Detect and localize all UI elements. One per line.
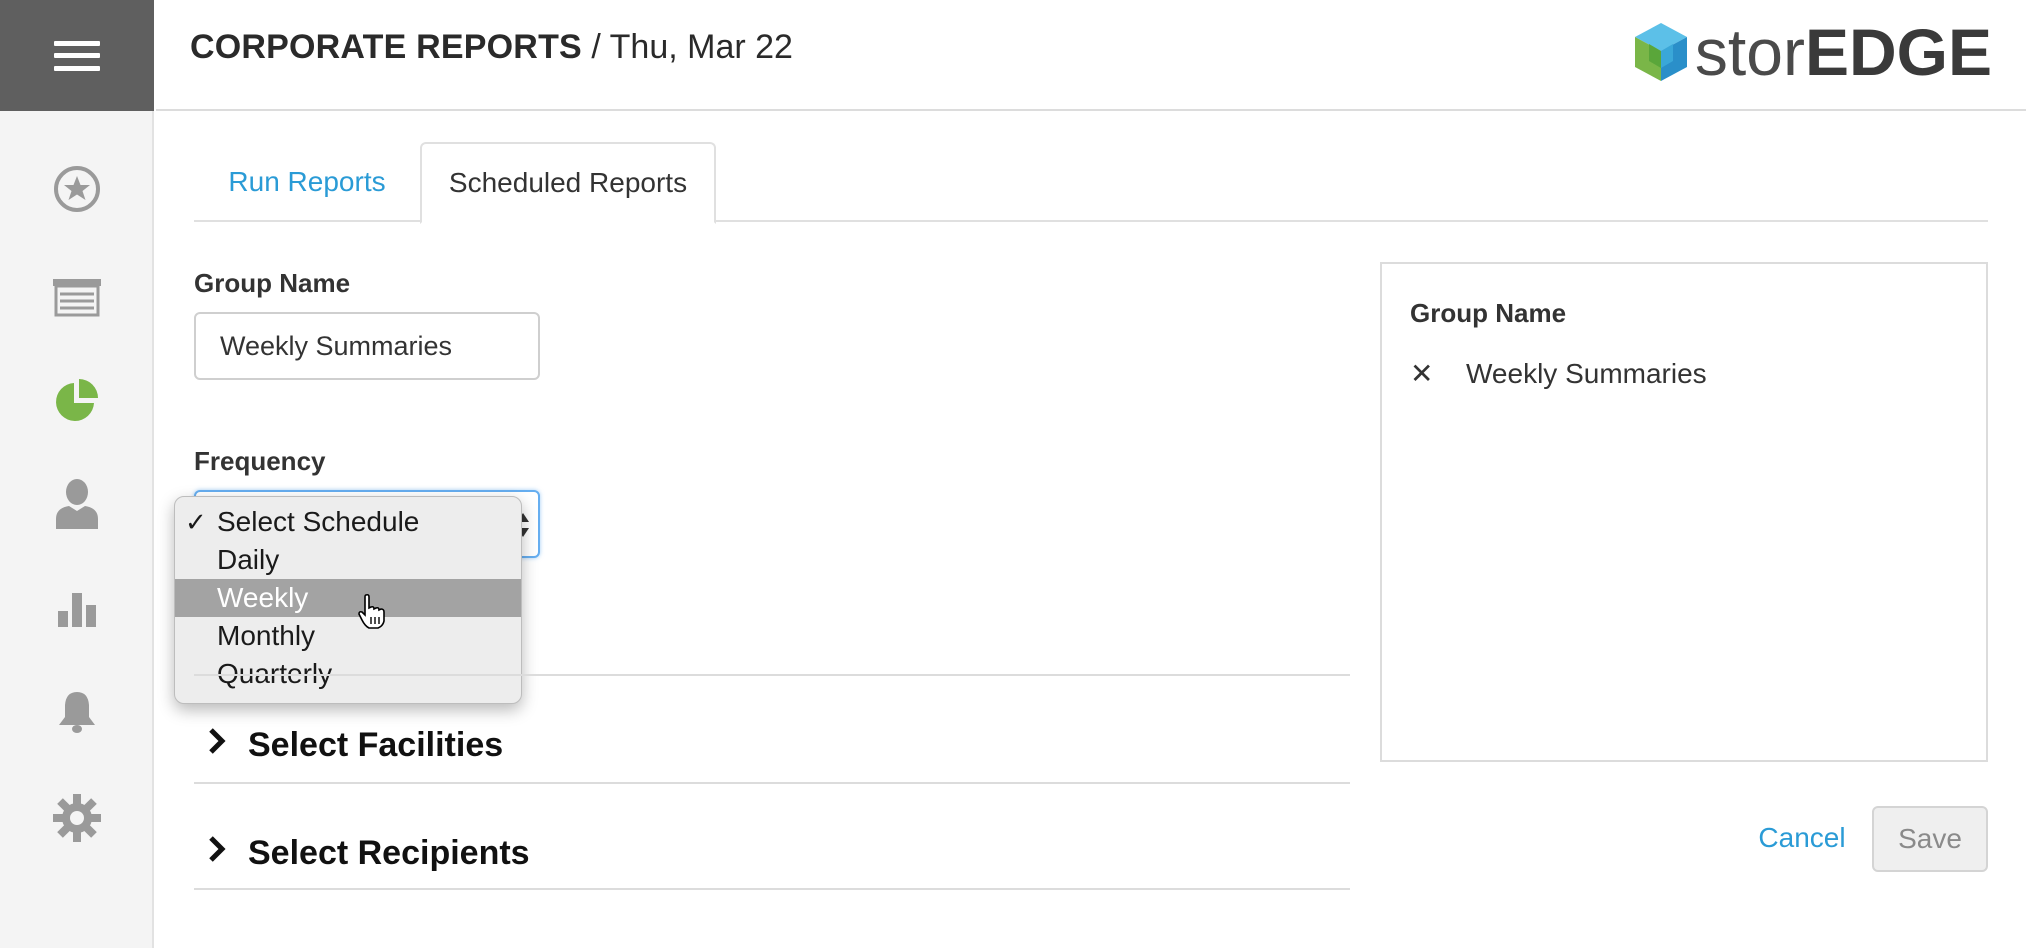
frequency-option-label: Select Schedule	[217, 506, 420, 537]
summary-group-row: ✕ Weekly Summaries	[1410, 354, 1707, 394]
frequency-option-label: Weekly	[217, 582, 309, 613]
nav-item-tenants[interactable]	[0, 451, 154, 555]
tab-run-reports[interactable]: Run Reports	[194, 142, 420, 222]
select-recipients-section[interactable]: Select Recipients	[206, 828, 530, 878]
section-divider	[194, 674, 1350, 676]
cube-logo-icon	[1634, 23, 1687, 81]
main-menu-button[interactable]	[0, 0, 154, 111]
select-facilities-section[interactable]: Select Facilities	[206, 720, 503, 770]
logo-wordmark-bold: EDGE	[1804, 15, 1992, 89]
nav-item-units[interactable]	[0, 245, 154, 349]
page-title: CORPORATE REPORTS / Thu, Mar 22	[190, 28, 793, 67]
tab-scheduled-reports[interactable]: Scheduled Reports	[420, 142, 716, 224]
save-button[interactable]: Save	[1872, 806, 1988, 872]
top-header: CORPORATE REPORTS / Thu, Mar 22 storEDGE	[156, 0, 2026, 111]
frequency-option-daily[interactable]: Daily	[175, 541, 521, 579]
hamburger-icon	[54, 40, 100, 71]
star-icon	[54, 166, 100, 212]
section-divider	[194, 782, 1350, 784]
frequency-option-label: Daily	[217, 544, 280, 575]
cancel-button[interactable]: Cancel	[1732, 806, 1872, 870]
page-title-date: / Thu, Mar 22	[591, 28, 793, 66]
select-facilities-label: Select Facilities	[248, 725, 504, 764]
nav-item-analytics[interactable]	[0, 557, 154, 661]
chevron-right-icon	[206, 834, 236, 872]
sidebar	[0, 0, 154, 948]
report-tabs: Run Reports Scheduled Reports	[194, 142, 1988, 224]
frequency-dropdown-menu: ✓ Select Schedule Daily Weekly Monthly Q…	[174, 496, 522, 704]
select-recipients-label: Select Recipients	[248, 833, 530, 872]
nav-item-settings[interactable]	[0, 766, 154, 870]
logo-wordmark-thin: stor	[1694, 15, 1805, 89]
nav-item-reports[interactable]	[0, 348, 154, 452]
frequency-label: Frequency	[194, 446, 326, 476]
storedge-logo: storEDGE	[1633, 16, 1992, 88]
pie-chart-icon	[56, 379, 98, 421]
frequency-option-select-schedule[interactable]: ✓ Select Schedule	[175, 503, 521, 541]
summary-group-value: Weekly Summaries	[1466, 358, 1707, 389]
bell-icon	[59, 692, 95, 733]
frequency-option-label: Monthly	[217, 620, 316, 651]
group-name-label: Group Name	[194, 268, 351, 298]
group-name-input[interactable]: Weekly Summaries	[194, 312, 540, 380]
remove-icon[interactable]: ✕	[1410, 360, 1440, 388]
page-title-main: CORPORATE REPORTS	[190, 28, 582, 66]
checkmark-icon: ✓	[185, 507, 207, 537]
frequency-option-monthly[interactable]: Monthly	[175, 617, 521, 655]
frequency-option-weekly[interactable]: Weekly	[175, 579, 521, 629]
summary-panel-title: Group Name	[1410, 298, 1567, 328]
group-summary-panel: Group Name ✕ Weekly Summaries	[1380, 262, 1988, 762]
storage-unit-icon	[53, 279, 101, 317]
section-divider	[194, 888, 1350, 890]
nav-item-favorites[interactable]	[0, 137, 154, 241]
nav-item-notifications[interactable]	[0, 660, 154, 764]
logo-wordmark: storEDGE	[1695, 16, 1992, 88]
chevron-right-icon	[206, 726, 236, 764]
user-icon	[56, 479, 98, 529]
gear-icon	[53, 794, 101, 842]
bar-chart-icon	[58, 593, 96, 627]
